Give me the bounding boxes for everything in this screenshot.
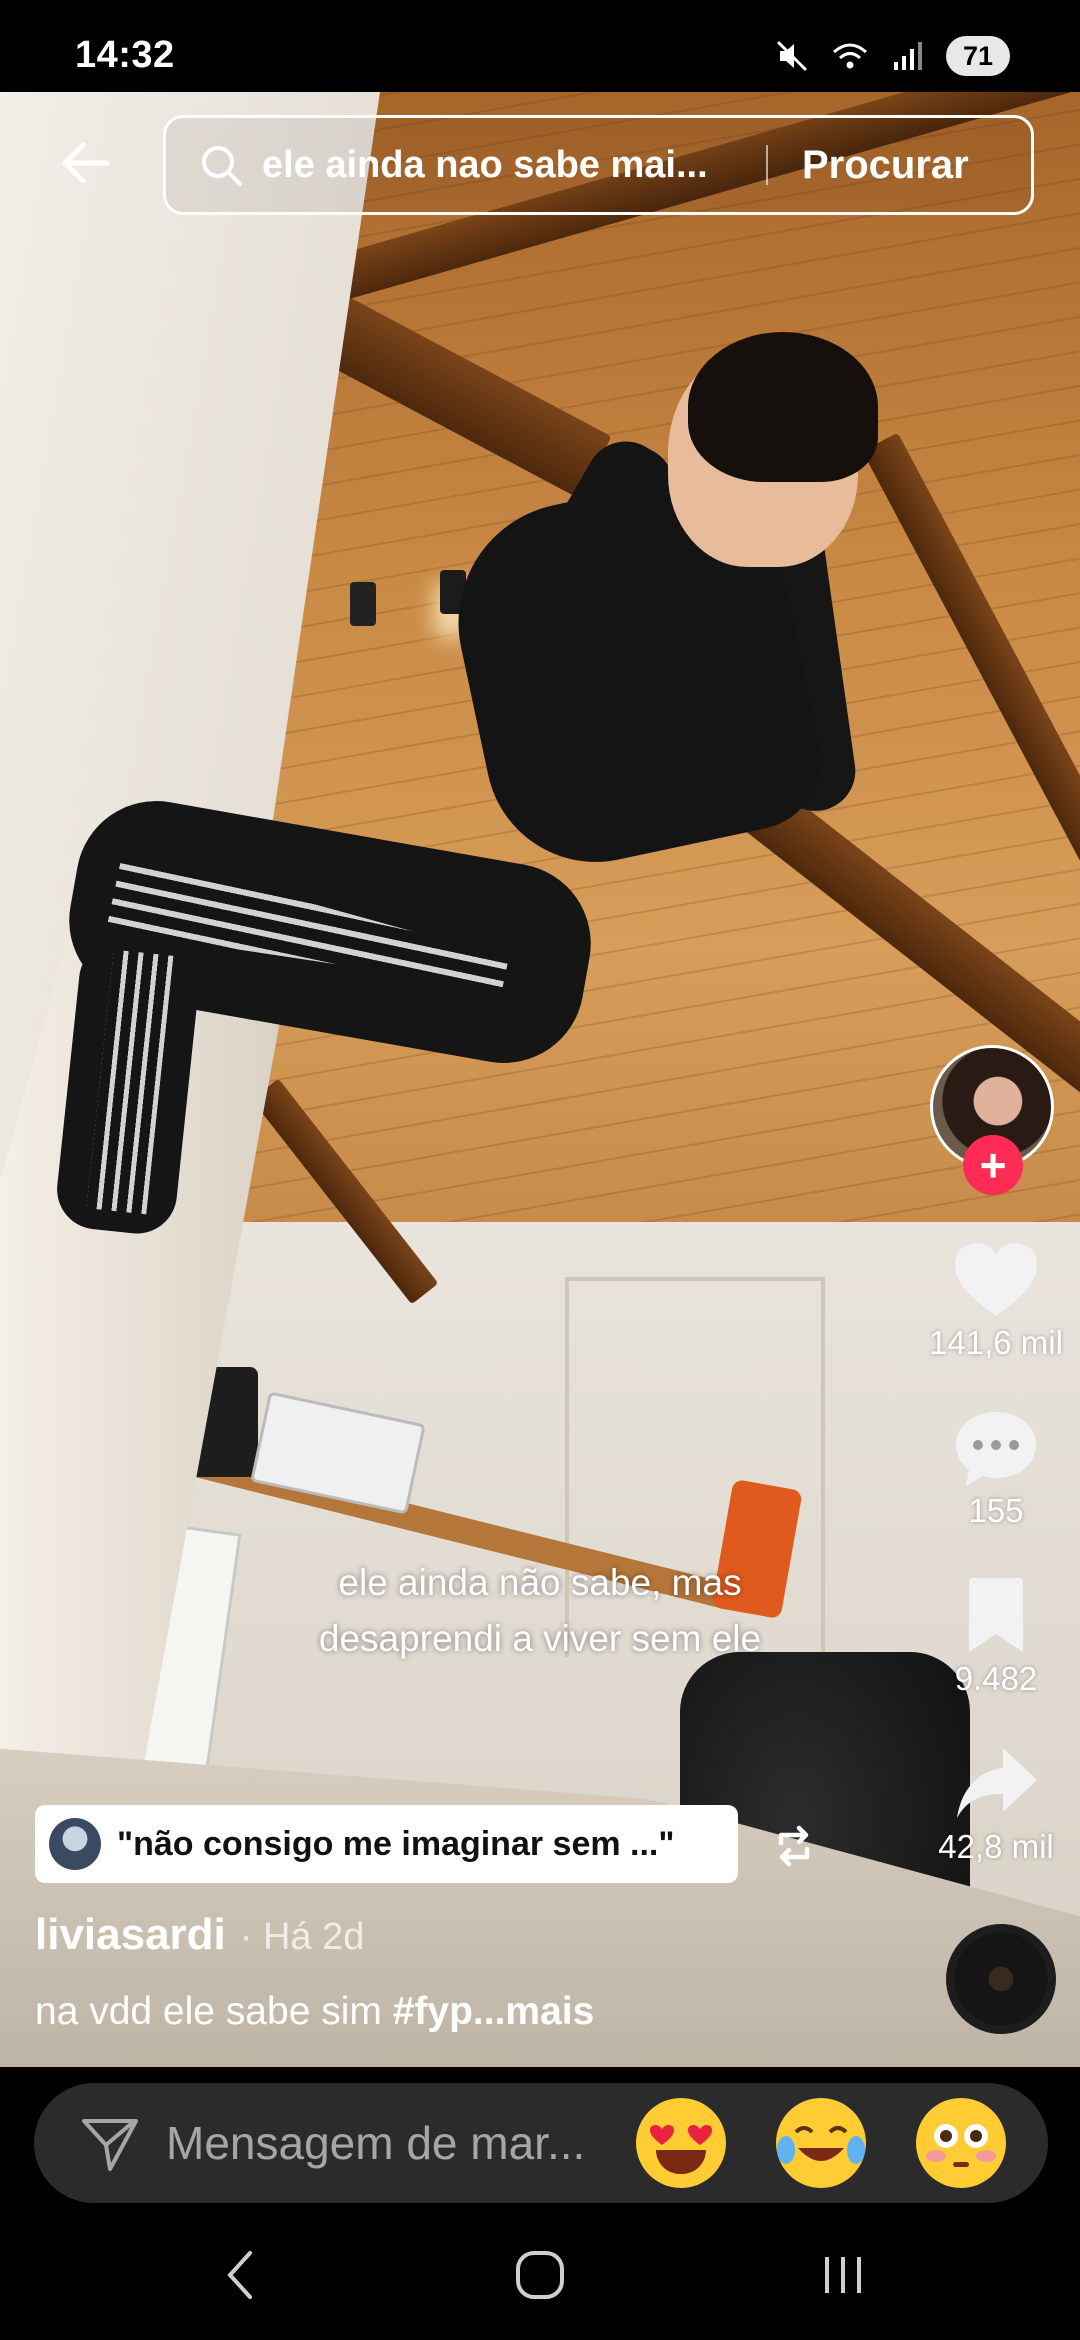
home-square-icon [516,2251,564,2299]
post-time: · Há 2d [239,1916,365,1958]
share-count: 42,8 mil [938,1828,1054,1865]
description-text: na vdd ele sabe sim [35,1990,393,2033]
status-icons: 71 [772,34,1010,78]
status-bar: 14:32 71 [0,0,1080,92]
save-count: 9.482 [954,1660,1038,1697]
bookmark-icon [969,1578,1023,1652]
plus-icon: + [979,1139,1007,1191]
follow-button[interactable]: + [963,1135,1023,1195]
search-button[interactable]: Procurar [802,143,969,188]
flushed-face-icon [926,2124,996,2167]
back-button[interactable] [52,130,118,196]
video-caption-line: ele ainda não sabe, mas [338,1562,742,1603]
search-input[interactable]: ele ainda nao sabe mai... [262,144,742,187]
hashtag-link[interactable]: #fyp...mais [393,1990,595,2033]
mute-icon [776,40,808,72]
status-time: 14:32 [75,34,175,76]
quote-chip[interactable]: "não consigo me imaginar sem ..." [35,1805,738,1883]
recents-icon [825,2257,861,2293]
quote-text: "não consigo me imaginar sem ..." [117,1824,675,1863]
like-button[interactable]: 141,6 mil [926,1240,1066,1362]
save-button[interactable]: 9.482 [926,1576,1066,1698]
video-player[interactable] [0,92,1080,2067]
search-divider [766,145,768,185]
nav-recents-button[interactable] [808,2245,878,2305]
message-bar[interactable]: Mensagem de mar... [34,2083,1048,2203]
wifi-icon [833,43,867,69]
like-count: 141,6 mil [929,1324,1063,1361]
battery-icon: 71 [946,36,1010,76]
heart-eyes-emoji[interactable] [636,2098,726,2188]
repost-button[interactable] [762,1814,826,1878]
heart-icon [955,1243,1037,1316]
repost-icon [778,1825,810,1867]
chevron-left-icon [227,2251,252,2299]
tears-of-joy-emoji[interactable] [776,2098,866,2188]
author-line: liviasardi · Há 2d [35,1910,364,1960]
comment-icon [956,1412,1036,1486]
arrow-left-icon [62,142,110,184]
emoji-mouth [656,2150,706,2174]
share-arrow-icon [957,1748,1037,1818]
person-hair [688,332,878,482]
signal-icon [894,42,922,70]
author-name[interactable]: liviasardi [35,1910,226,1960]
video-caption: ele ainda não sabe, mas desaprendi a viv… [200,1555,880,1667]
flushed-emoji[interactable] [916,2098,1006,2188]
message-input[interactable]: Mensagem de mar... [166,2116,606,2170]
nav-home-button[interactable] [505,2245,575,2305]
heart-eye-icon [650,2125,674,2145]
tears-of-joy-face-icon [777,2126,865,2164]
share-button[interactable]: 42,8 mil [926,1744,1066,1866]
search-icon [202,146,242,186]
video-caption-line: desaprendi a viver sem ele [318,1618,762,1659]
quote-avatar [49,1818,101,1870]
search-bar[interactable]: ele ainda nao sabe mai... Procurar [163,115,1034,215]
post-description[interactable]: na vdd ele sabe sim #fyp...mais [35,1990,594,2034]
music-disc[interactable] [946,1924,1056,2034]
send-icon [82,2119,138,2171]
heart-eye-icon [688,2125,712,2145]
track-lamp [350,582,376,626]
comment-count: 155 [968,1492,1024,1529]
nav-back-button[interactable] [205,2245,275,2305]
comment-button[interactable]: 155 [926,1408,1066,1530]
